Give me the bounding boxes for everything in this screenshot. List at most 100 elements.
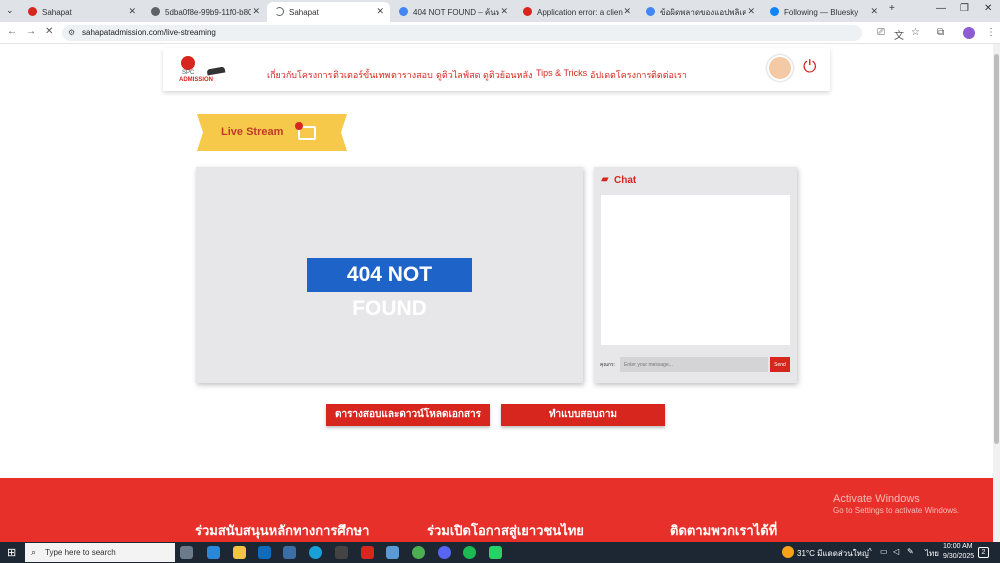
- browser-tab-1[interactable]: Sahapat ✕: [20, 2, 142, 22]
- tab-title: 404 NOT FOUND – ค้นหาด้วย G…: [413, 7, 499, 17]
- stop-loading-icon[interactable]: ✕: [45, 26, 53, 37]
- footer-heading-follow: ติดตามพวกเราได้ที่: [670, 523, 778, 538]
- nav-project-updates[interactable]: อัปเดตโครงการ: [590, 68, 651, 82]
- footer-heading-support: ร่วมสนับสนุนหลักทางการศึกษา: [195, 523, 370, 538]
- live-stream-banner: Live Stream: [197, 114, 347, 151]
- chat-panel: ▰ Chat คุณกร: Send: [594, 167, 797, 383]
- translate-icon[interactable]: 文: [894, 27, 904, 42]
- app-icon[interactable]: [386, 546, 399, 559]
- chat-message-input[interactable]: [620, 357, 768, 372]
- browser-tab-4[interactable]: 404 NOT FOUND – ค้นหาด้วย G… ✕: [391, 2, 514, 22]
- minimize-icon[interactable]: —: [936, 3, 946, 14]
- windows-start-icon[interactable]: ⊞: [7, 546, 16, 559]
- search-icon: ⌕: [31, 547, 37, 557]
- taskbar-time[interactable]: 10:00 AM: [943, 543, 973, 550]
- install-app-icon[interactable]: ⎚: [877, 27, 885, 38]
- language-indicator[interactable]: ไทย: [925, 547, 939, 560]
- nav-contact[interactable]: ติดต่อเรา: [651, 68, 687, 82]
- forward-icon[interactable]: →: [26, 26, 36, 37]
- footer-heading-opportunity: ร่วมเปิดโอกาสสู่เยาวชนไทย: [427, 523, 584, 538]
- chat-title: Chat: [614, 175, 637, 186]
- media-icon[interactable]: [335, 546, 348, 559]
- logo-emblem-icon: [181, 56, 195, 70]
- weather-icon[interactable]: [782, 546, 794, 558]
- tab-favicon: [523, 7, 532, 16]
- taskbar-date[interactable]: 9/30/2025: [943, 553, 974, 560]
- window-close-icon[interactable]: ✕: [984, 3, 992, 14]
- new-tab-icon[interactable]: +: [889, 3, 895, 14]
- notification-badge[interactable]: 2: [978, 547, 989, 558]
- browser-tab-3-active[interactable]: Sahapat ✕: [267, 2, 390, 22]
- file-explorer-icon[interactable]: [233, 546, 246, 559]
- logo-bottom-text: ADMISSION: [179, 77, 214, 83]
- pen-icon[interactable]: ✎: [907, 547, 914, 556]
- close-icon[interactable]: ✕: [500, 6, 508, 17]
- tab-favicon: [28, 7, 37, 16]
- maximize-icon[interactable]: ❐: [960, 3, 969, 14]
- tab-title: Application error: a client-side…: [537, 7, 623, 17]
- logo-car-icon: [206, 66, 226, 76]
- close-icon[interactable]: ✕: [623, 6, 631, 17]
- bookmark-star-icon[interactable]: ☆: [911, 27, 920, 38]
- chat-messages[interactable]: [601, 195, 790, 345]
- nav-about[interactable]: เกี่ยวกับโครงการ: [267, 68, 332, 82]
- close-icon[interactable]: ✕: [128, 6, 136, 17]
- volume-icon[interactable]: ◁: [893, 547, 899, 556]
- browser-tab-5[interactable]: Application error: a client-side… ✕: [515, 2, 637, 22]
- chat-user-label: คุณกร:: [600, 362, 616, 368]
- profile-avatar[interactable]: [963, 27, 975, 39]
- chrome-icon[interactable]: [412, 546, 425, 559]
- browser-tab-strip: ⌄ Sahapat ✕ 5dba0f8e-99b9-11f0-b807-37… …: [0, 0, 1000, 22]
- store-icon[interactable]: [283, 546, 296, 559]
- nav-recorded-tutoring[interactable]: ดูติวย้อนหลัง: [483, 68, 532, 82]
- browser-tab-7[interactable]: Following — Bluesky ✕: [762, 2, 884, 22]
- outlook-icon[interactable]: [258, 546, 271, 559]
- tab-title: 5dba0f8e-99b9-11f0-b807-37…: [165, 7, 251, 17]
- windows-taskbar: ⊞ ⌕ Type here to search 31°C มีแดดส่วนให…: [0, 542, 1000, 563]
- schedule-download-button[interactable]: ตารางสอบและดาวน์โหลดเอกสาร: [326, 404, 490, 426]
- copilot-icon[interactable]: [207, 546, 220, 559]
- live-stream-label: Live Stream: [221, 126, 284, 138]
- task-view-icon[interactable]: [180, 546, 193, 559]
- chat-send-button[interactable]: Send: [770, 357, 790, 372]
- app-icon[interactable]: [361, 546, 374, 559]
- taskbar-search-placeholder: Type here to search: [45, 548, 116, 557]
- loading-spinner-icon: [275, 7, 284, 16]
- show-hidden-icons-icon[interactable]: ^: [868, 547, 872, 556]
- nav-tutors[interactable]: ติวเตอร์ขั้นเทพ: [333, 68, 390, 82]
- close-icon[interactable]: ✕: [870, 6, 878, 17]
- tab-favicon: [151, 7, 160, 16]
- watermark-line2: Go to Settings to activate Windows.: [833, 506, 960, 516]
- power-logout-icon[interactable]: ⏻: [803, 57, 816, 77]
- browser-tab-6[interactable]: ข้อผิดพลาดของแอปพลิเคชัน: เกิดข้… ✕: [638, 2, 761, 22]
- browser-menu-icon[interactable]: ⋮: [986, 27, 996, 38]
- network-icon[interactable]: ▭: [880, 547, 888, 556]
- browser-tab-2[interactable]: 5dba0f8e-99b9-11f0-b807-37… ✕: [143, 2, 266, 22]
- page-scrollbar[interactable]: [993, 44, 1000, 542]
- close-icon[interactable]: ✕: [376, 6, 384, 17]
- chat-bubble-icon: ▰: [601, 174, 609, 185]
- back-icon[interactable]: ←: [7, 26, 17, 37]
- questionnaire-button[interactable]: ทำแบบสอบถาม: [501, 404, 665, 426]
- nav-live-tutoring[interactable]: ดูติวไลฟ์สด: [436, 68, 481, 82]
- web-page: SPC ADMISSION เกี่ยวกับโครงการ ติวเตอร์ข…: [0, 44, 993, 542]
- edge-icon[interactable]: [309, 546, 322, 559]
- tab-title: Sahapat: [289, 7, 319, 17]
- nav-exam-schedule[interactable]: ตารางสอบ: [391, 68, 433, 82]
- scrollbar-thumb[interactable]: [994, 54, 999, 444]
- spotify-icon[interactable]: [463, 546, 476, 559]
- site-logo[interactable]: SPC ADMISSION: [179, 54, 229, 86]
- close-icon[interactable]: ✕: [747, 6, 755, 17]
- discord-icon[interactable]: [438, 546, 451, 559]
- user-avatar[interactable]: [767, 55, 793, 81]
- watermark-line1: Activate Windows: [833, 493, 920, 505]
- taskbar-search[interactable]: ⌕ Type here to search: [25, 543, 175, 562]
- site-info-icon[interactable]: ⚙: [68, 25, 75, 41]
- weather-text[interactable]: 31°C มีแดดส่วนใหญ่: [797, 547, 869, 560]
- close-icon[interactable]: ✕: [252, 6, 260, 17]
- address-bar[interactable]: ⚙ sahapatadmission.com/live-streaming: [62, 25, 862, 41]
- whatsapp-icon[interactable]: [489, 546, 502, 559]
- nav-tips-tricks[interactable]: Tips & Tricks: [536, 68, 587, 78]
- extensions-icon[interactable]: ⧉: [937, 27, 944, 38]
- tab-search-icon[interactable]: ⌄: [6, 5, 14, 16]
